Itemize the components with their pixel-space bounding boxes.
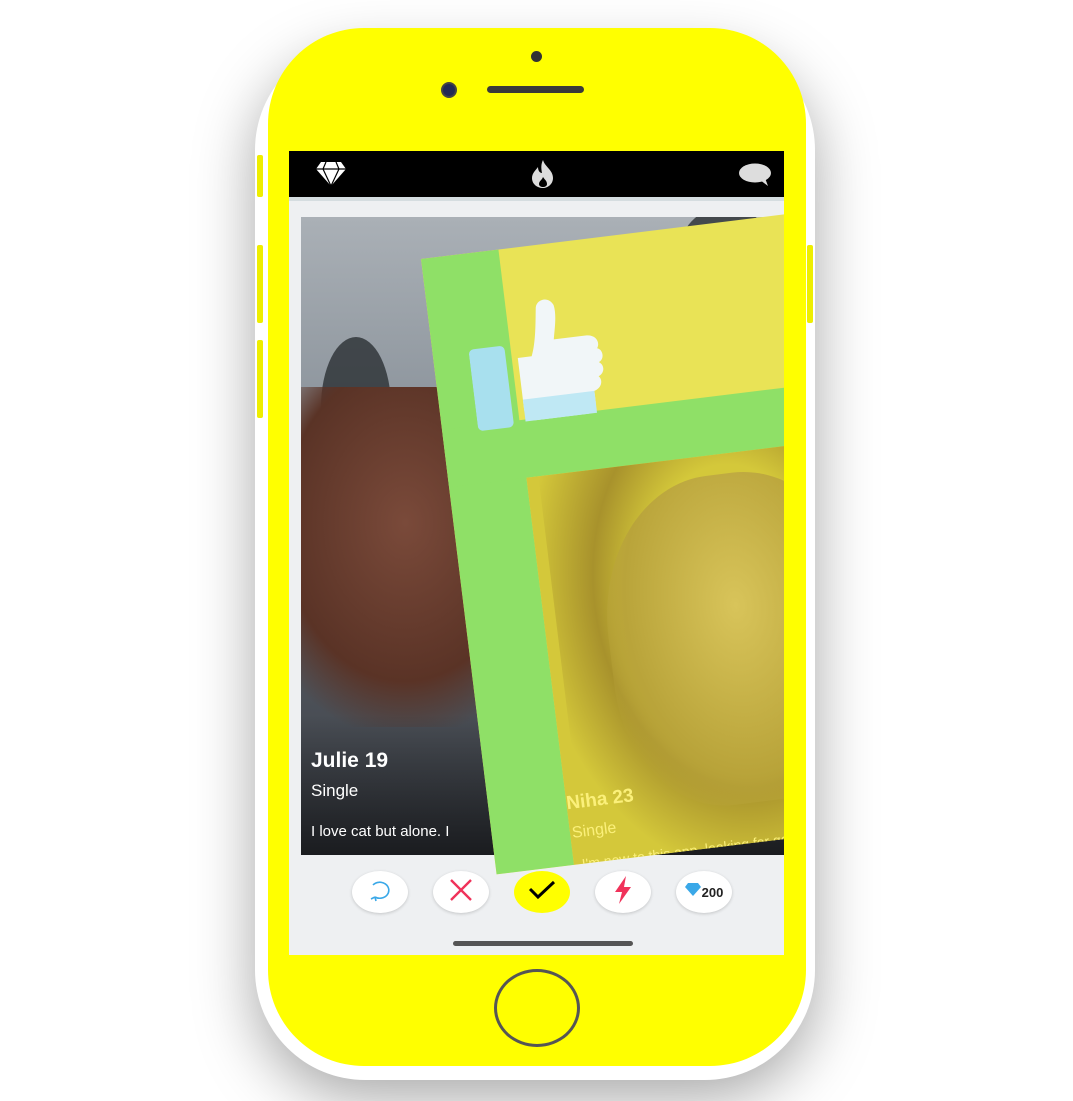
action-bar: 200 xyxy=(289,867,784,921)
gems-button[interactable]: 200 xyxy=(676,871,732,913)
app-screen: Julie 19 Single I love cat but alone. I … xyxy=(289,151,784,955)
rewind-icon xyxy=(367,877,393,908)
thumbs-up-icon xyxy=(463,287,638,440)
top-bar xyxy=(289,151,784,197)
power-button xyxy=(807,245,813,323)
volume-down-button xyxy=(257,340,263,418)
rewind-button[interactable] xyxy=(352,871,408,913)
profile-bio: I love cat but alone. I xyxy=(311,823,450,840)
diamond-icon xyxy=(684,883,701,901)
profile-name: Julie 19 xyxy=(311,749,389,772)
mute-switch xyxy=(257,155,263,197)
gem-count: 200 xyxy=(701,884,724,900)
volume-up-button xyxy=(257,245,263,323)
home-button[interactable] xyxy=(494,969,580,1047)
profile-status: Single xyxy=(311,781,359,800)
boost-button[interactable] xyxy=(595,871,651,913)
lightning-icon xyxy=(612,875,634,910)
chat-bubble-icon[interactable] xyxy=(738,163,772,192)
earpiece-speaker xyxy=(487,86,584,93)
like-button[interactable] xyxy=(514,871,570,913)
check-icon xyxy=(528,879,556,906)
top-bar-divider xyxy=(289,197,784,201)
proximity-sensor xyxy=(531,51,542,62)
close-icon xyxy=(448,877,474,908)
diamond-icon[interactable] xyxy=(315,161,347,192)
home-indicator[interactable] xyxy=(453,941,633,946)
front-camera xyxy=(441,82,457,98)
nope-button[interactable] xyxy=(433,871,489,913)
flame-icon[interactable] xyxy=(529,159,557,194)
